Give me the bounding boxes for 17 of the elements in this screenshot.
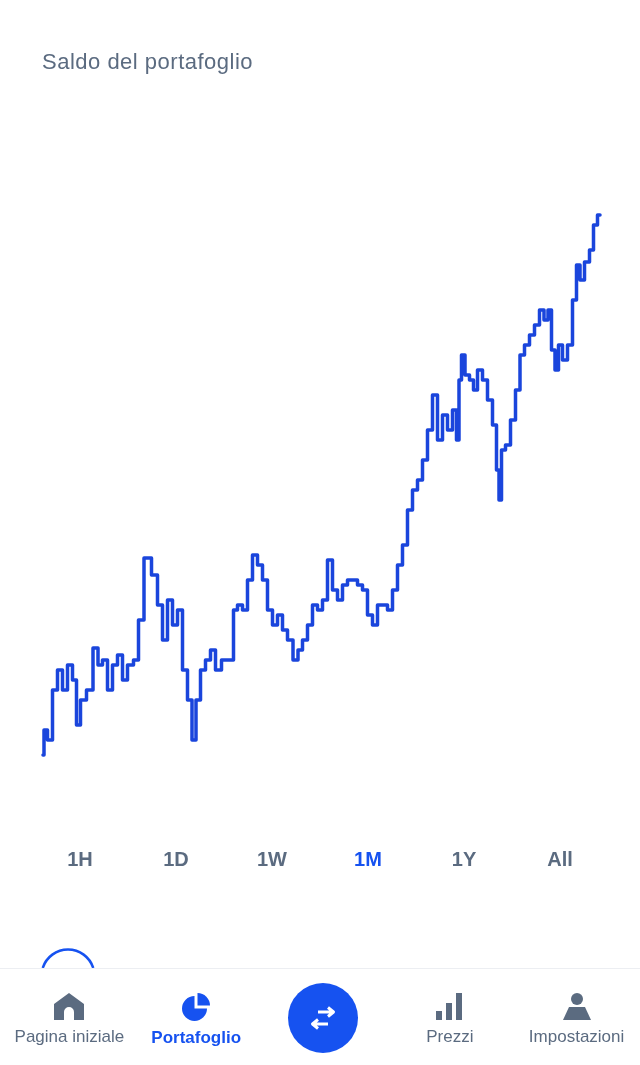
swap-arrows-icon <box>308 1006 338 1030</box>
time-range-tab[interactable]: 1Y <box>416 839 512 879</box>
time-range-tab[interactable]: 1D <box>128 839 224 879</box>
nav-tab[interactable]: Prezzi <box>386 969 514 1065</box>
bar-chart-icon <box>435 993 464 1020</box>
nav-tab[interactable]: Impostazioni <box>513 969 640 1065</box>
nav-tab[interactable]: Portafoglio <box>132 969 260 1065</box>
time-range-tab[interactable]: 1M <box>320 839 416 879</box>
home-icon <box>54 993 85 1020</box>
time-range-tab[interactable]: 1H <box>32 839 128 879</box>
user-icon <box>562 993 591 1020</box>
nav-tab[interactable]: Pagina iniziale <box>6 969 133 1065</box>
pie-chart-icon <box>182 993 211 1021</box>
time-range-tab[interactable]: All <box>512 839 608 879</box>
portfolio-title: Saldo del portafoglio <box>42 48 254 76</box>
ring-icon <box>40 948 96 968</box>
time-range-tab[interactable]: 1W <box>224 839 320 879</box>
